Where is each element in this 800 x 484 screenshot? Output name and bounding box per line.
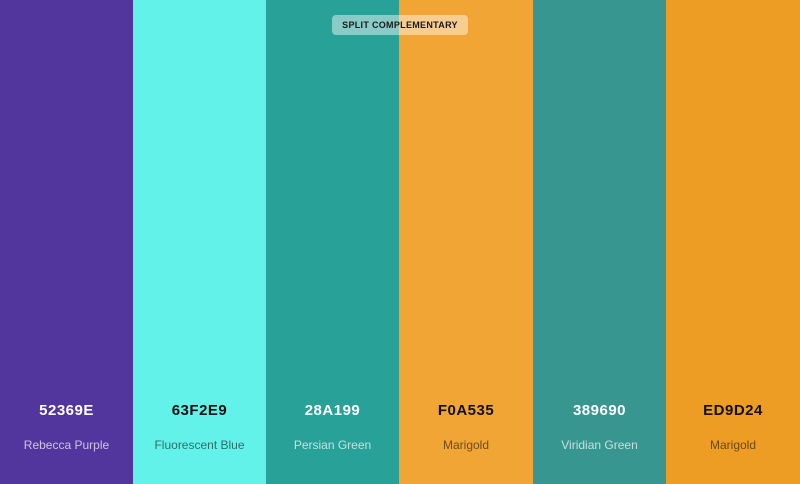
swatch-name: Viridian Green	[561, 438, 638, 452]
swatch-name: Persian Green	[293, 438, 372, 452]
swatch-name: Marigold	[442, 438, 490, 452]
swatch-hex: ED9D24	[703, 402, 763, 419]
swatch-hex: 389690	[572, 402, 627, 419]
swatch-viridian-green[interactable]: 389690 Viridian Green	[533, 0, 666, 484]
swatch-name: Rebecca Purple	[23, 438, 110, 452]
swatch-marigold[interactable]: F0A535 Marigold	[399, 0, 533, 484]
color-palette: SPLIT COMPLEMENTARY 52369E Rebecca Purpl…	[0, 0, 800, 484]
swatch-rebecca-purple[interactable]: 52369E Rebecca Purple	[0, 0, 133, 484]
scheme-badge: SPLIT COMPLEMENTARY	[332, 15, 468, 35]
swatch-fluorescent-blue[interactable]: 63F2E9 Fluorescent Blue	[133, 0, 266, 484]
swatch-hex: 28A199	[304, 402, 361, 419]
swatch-hex: F0A535	[437, 402, 495, 419]
swatch-marigold-2[interactable]: ED9D24 Marigold	[666, 0, 800, 484]
swatch-persian-green[interactable]: 28A199 Persian Green	[266, 0, 399, 484]
swatch-name: Marigold	[709, 438, 757, 452]
swatch-hex: 52369E	[39, 402, 94, 419]
swatch-name: Fluorescent Blue	[154, 438, 245, 452]
swatch-hex: 63F2E9	[171, 402, 228, 419]
